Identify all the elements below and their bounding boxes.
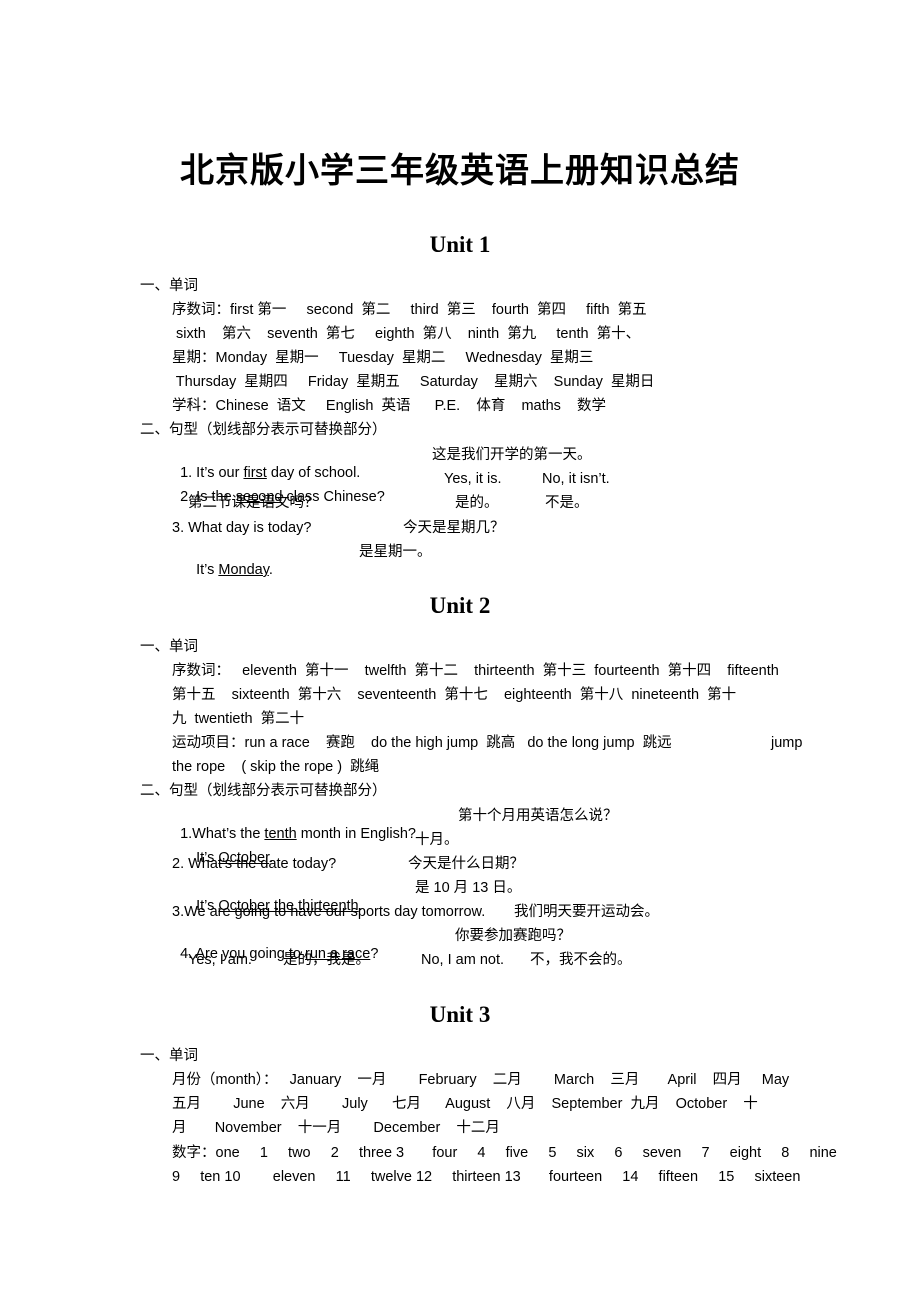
vocab-line: sixth 第六 seventh 第七 eighth 第八 ninth 第九 t… [172,326,641,342]
vocab-line: 序数词： eleventh 第十一 twelfth 第十二 thirteenth… [172,663,779,679]
sentence-translation: 我们明天要开运动会。 [514,904,659,920]
sentence-translation: 是星期一。 [359,544,432,560]
answer-yes: Yes, it is. [444,471,502,487]
vocab-line: 星期：Monday 星期一 Tuesday 星期二 Wednesday 星期三 [172,350,594,366]
document-title: 北京版小学三年级英语上册知识总结 [180,151,740,191]
unit-3-heading: Unit 3 [429,1002,491,1027]
vocab-line-tail: jump [771,735,803,751]
answer-no-cn: 不，我不会的。 [530,952,632,968]
answer-no: No, it isn’t. [542,471,610,487]
vocab-line: Thursday 星期四 Friday 星期五 Saturday 星期六 Sun… [172,374,655,390]
vocab-line: 学科：Chinese 语文 English 英语 P.E. 体育 maths 数… [172,398,607,414]
sentence-row: 2. What’s the date today? [172,856,337,872]
vocab-line: 9 ten 10 eleven 11 twelve 12 thirteen 13… [172,1169,801,1185]
sentence-translation: 第二节课是语文吗？ [188,495,319,511]
sentence-translation: 今天是星期几？ [403,520,505,536]
vocab-line: 九 twentieth 第二十 [172,711,305,727]
sentence-row: It’s Monday. [196,562,273,578]
answer-yes-cn: 是的，我是。 [283,952,370,968]
sentence-heading: 二、句型（划线部分表示可替换部分） [140,422,387,438]
answer-yes: Yes, I am. [188,952,252,968]
sentence-translation: 今天是什么日期？ [408,856,524,872]
sentence-row: 3.We are going to have our sports day to… [172,904,486,920]
answer-no: No, I am not. [421,952,505,968]
answer-no-cn: 不是。 [545,495,589,511]
vocab-heading: 一、单词 [140,639,198,655]
unit-2-heading: Unit 2 [429,593,491,618]
vocab-line: the rope ( skip the rope ) 跳绳 [172,759,380,775]
vocab-line: 月份（month）： January 一月 February 二月 March … [172,1072,790,1088]
sentence-heading: 二、句型（划线部分表示可替换部分） [140,783,387,799]
answer-yes-cn: 是的。 [455,495,499,511]
vocab-line: 数字：one 1 two 2 three 3 four 4 five 5 six… [172,1145,837,1161]
vocab-line: 序数词：first 第一 second 第二 third 第三 fourth 第… [172,302,647,318]
vocab-heading: 一、单词 [140,278,198,294]
vocab-line: 月 November 十一月 December 十二月 [172,1120,500,1136]
sentence-translation: 你要参加赛跑吗？ [455,928,571,944]
sentence-translation: 十月。 [415,832,459,848]
vocab-line: 第十五 sixteenth 第十六 seventeenth 第十七 eighte… [172,687,737,703]
vocab-heading: 一、单词 [140,1048,198,1064]
replaceable-word: Monday [218,562,269,578]
vocab-line: 五月 June 六月 July 七月 August 八月 September 九… [172,1096,758,1112]
unit-1-heading: Unit 1 [429,232,491,257]
vocab-line: 运动项目：run a race 赛跑 do the high jump 跳高 d… [172,735,672,751]
sentence-row: 3. What day is today? [172,520,312,536]
sentence-translation: 是 10 月 13 日。 [415,880,522,896]
sentence-translation: 这是我们开学的第一天。 [432,447,592,463]
sentence-translation: 第十个月用英语怎么说？ [458,808,618,824]
